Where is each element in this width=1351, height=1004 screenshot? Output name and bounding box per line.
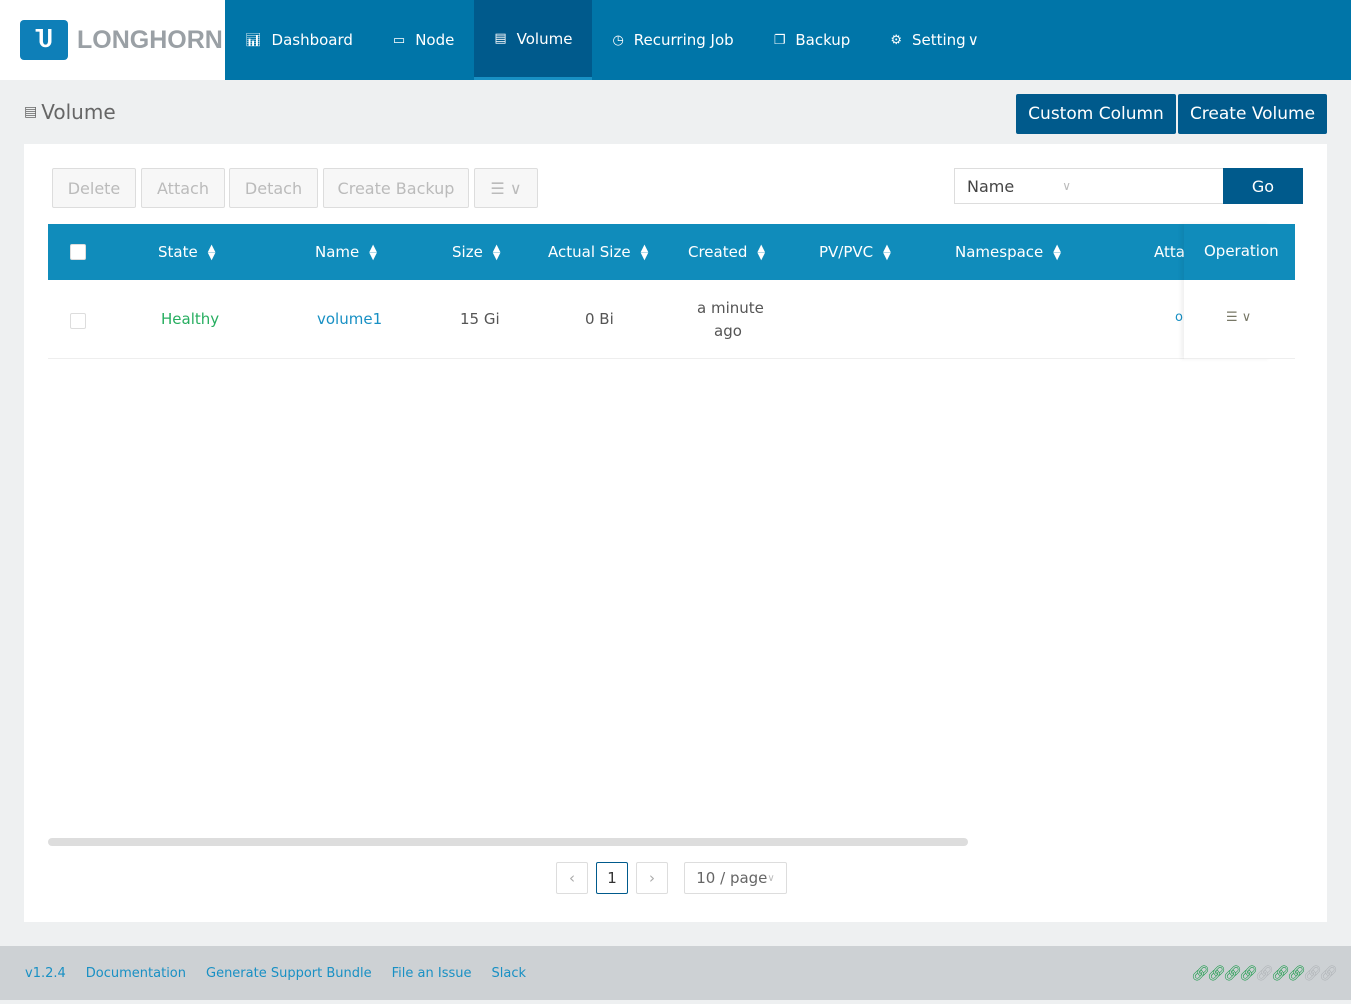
created-cell-2: ago: [714, 322, 742, 340]
page-title: ▤ Volume: [24, 100, 116, 124]
nav-volume[interactable]: ▤ Volume: [474, 0, 593, 80]
page-size-select[interactable]: 10 / page ∨: [684, 862, 787, 894]
delete-button[interactable]: Delete: [52, 168, 136, 208]
sort-icon: ▲ ▼: [883, 242, 891, 262]
logo[interactable]: Ⴎ LONGHORN: [0, 0, 225, 80]
create-backup-button[interactable]: Create Backup: [323, 168, 469, 208]
volume-panel: Delete Attach Detach Create Backup ☰ ∨ N…: [24, 144, 1327, 922]
column-created[interactable]: Created ▲ ▼: [688, 243, 765, 261]
clock-icon: ◷: [612, 32, 624, 48]
column-namespace[interactable]: Namespace ▲ ▼: [955, 243, 1061, 261]
link-status-icon: 🔗︎: [1287, 964, 1307, 982]
gear-icon: ⚙: [890, 32, 902, 48]
more-actions-button[interactable]: ☰ ∨: [474, 168, 538, 208]
copy-icon: ❐: [773, 32, 786, 48]
sort-icon: ▲ ▼: [492, 242, 501, 262]
attach-button[interactable]: Attach: [141, 168, 225, 208]
volume-icon: ▤: [24, 104, 38, 120]
file-issue-link[interactable]: File an Issue: [392, 966, 472, 981]
column-size[interactable]: Size ▲ ▼: [452, 243, 501, 261]
chevron-down-icon: ∨: [1062, 179, 1071, 193]
table-header: State ▲ ▼ Name ▲ ▼ Size ▲ ▼ Actual Size ▲ ▼ Crea…: [48, 224, 1295, 280]
page-1-button[interactable]: 1: [596, 862, 628, 894]
link-status-icon: 🔗︎: [1191, 964, 1211, 982]
link-status-icon: 🔗︎: [1207, 964, 1227, 982]
column-attached[interactable]: Atta: [1154, 243, 1185, 261]
footer: v1.2.4 Documentation Generate Support Bu…: [0, 946, 1351, 1000]
link-status-icon: 🔗︎: [1239, 964, 1259, 982]
custom-column-button[interactable]: Custom Column: [1016, 94, 1176, 134]
sort-icon: ▲ ▼: [207, 242, 216, 262]
nav-node[interactable]: ▭ Node: [373, 0, 474, 80]
row-checkbox[interactable]: [70, 313, 86, 329]
sort-icon: ▲ ▼: [1053, 242, 1061, 262]
sort-icon: ▲ ▼: [369, 242, 377, 262]
table-row: Healthy volume1 15 Gi 0 Bi a minute ago …: [48, 280, 1295, 359]
sort-icon: ▲ ▼: [757, 242, 766, 262]
column-state[interactable]: State ▲ ▼: [158, 243, 215, 261]
laptop-icon: ▭: [392, 32, 406, 48]
slack-link[interactable]: Slack: [491, 966, 526, 981]
version-link[interactable]: v1.2.4: [25, 966, 66, 981]
list-icon: ☰ ∨: [490, 178, 522, 198]
link-status-icon: 🔗︎: [1255, 964, 1275, 982]
created-cell: a minute: [697, 299, 764, 317]
documentation-link[interactable]: Documentation: [86, 966, 186, 981]
prev-page-button[interactable]: ‹: [556, 862, 588, 894]
size-cell: 15 Gi: [460, 310, 500, 328]
horizontal-scrollbar[interactable]: [48, 838, 968, 846]
create-volume-button[interactable]: Create Volume: [1178, 94, 1327, 134]
nav-setting[interactable]: ⚙ Setting ∨: [870, 0, 998, 80]
column-actual-size[interactable]: Actual Size ▲ ▼: [548, 243, 648, 261]
nav-recurring-job[interactable]: ◷ Recurring Job: [592, 0, 753, 80]
link-status-icon: 🔗︎: [1319, 964, 1339, 982]
go-button[interactable]: Go: [1223, 168, 1303, 204]
chevron-down-icon: ∨: [767, 872, 775, 884]
link-status-icon: 🔗︎: [1303, 964, 1323, 982]
select-all-checkbox[interactable]: [70, 244, 86, 260]
link-status-icon: 🔗︎: [1223, 964, 1243, 982]
chart-icon: 📊︎: [245, 32, 262, 48]
chevron-down-icon: ∨: [967, 31, 979, 49]
top-bar: Ⴎ LONGHORN 📊︎ Dashboard ▭ Node ▤ Volume ◷ Rec…: [0, 0, 1351, 80]
nav-dashboard[interactable]: 📊︎ Dashboard: [225, 0, 373, 80]
connection-status: 🔗︎ 🔗︎ 🔗︎ 🔗︎ 🔗︎ 🔗︎ 🔗︎ 🔗︎ 🔗︎: [1191, 964, 1339, 982]
fixed-operation-column-shadow: [1184, 224, 1271, 359]
search-field-select[interactable]: Name ∨: [954, 168, 1084, 204]
search-input[interactable]: [1083, 168, 1224, 204]
column-name[interactable]: Name ▲ ▼: [315, 243, 377, 261]
next-page-button[interactable]: ›: [636, 862, 668, 894]
state-badge: Healthy: [161, 310, 220, 328]
support-bundle-link[interactable]: Generate Support Bundle: [206, 966, 372, 981]
longhorn-logo-icon: Ⴎ: [20, 20, 68, 60]
actual-size-cell: 0 Bi: [585, 310, 614, 328]
nav-backup[interactable]: ❐ Backup: [754, 0, 871, 80]
volume-name-link[interactable]: volume1: [317, 310, 382, 328]
detach-button[interactable]: Detach: [229, 168, 318, 208]
column-pv-pvc[interactable]: PV/PVC ▲ ▼: [819, 243, 891, 261]
sort-icon: ▲ ▼: [640, 242, 649, 262]
volume-icon: ▤: [494, 31, 507, 46]
link-status-icon: 🔗︎: [1271, 964, 1291, 982]
attached-node-link[interactable]: o: [1175, 310, 1183, 325]
